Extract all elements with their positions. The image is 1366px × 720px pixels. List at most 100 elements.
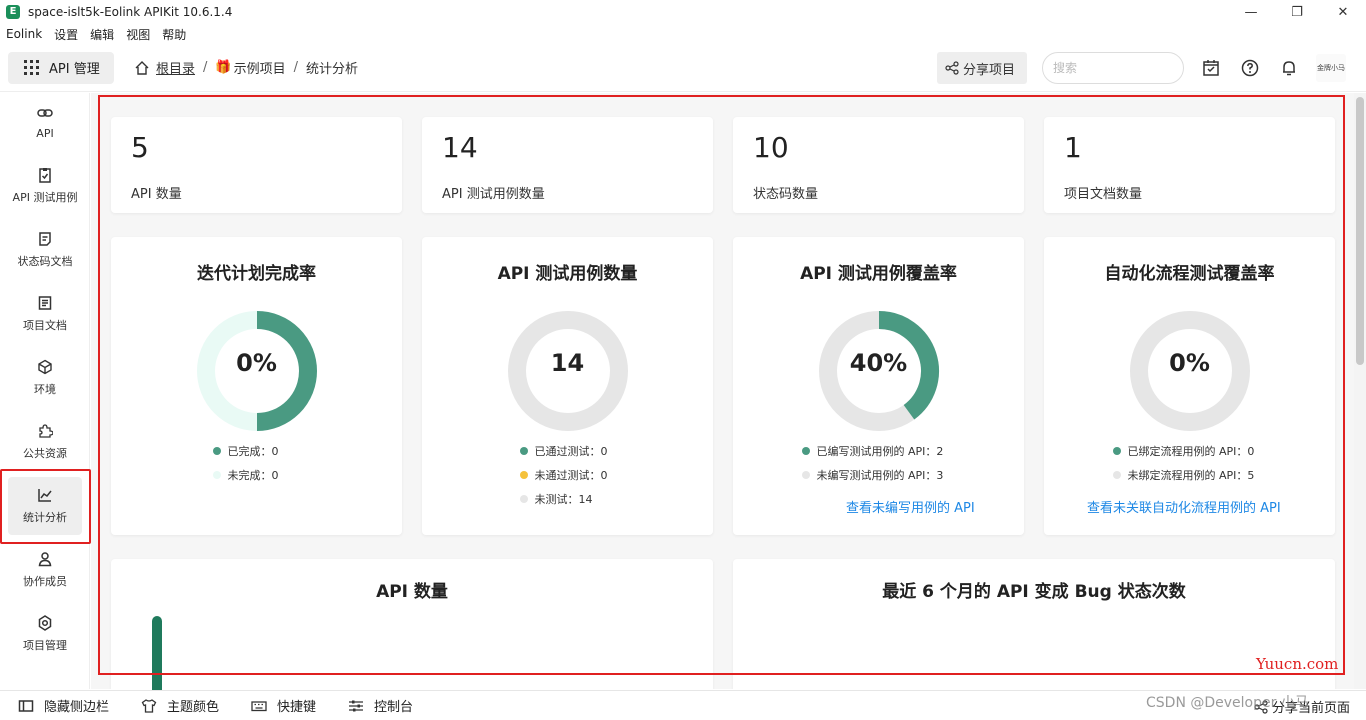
chart-title: API 测试用例覆盖率: [800, 264, 957, 284]
stat-label: 项目文档数量: [1064, 187, 1143, 202]
sidebar-item-label: 状态码文档: [17, 255, 73, 268]
legend-dot: [519, 495, 528, 503]
scrollbar-thumb[interactable]: [1356, 97, 1364, 365]
legend-item: 已完成：0: [111, 443, 402, 459]
view-unwritten-cases-link[interactable]: 查看未编写用例的 API: [846, 497, 975, 516]
legend-dot: [1112, 471, 1121, 479]
menu-help[interactable]: 帮助: [162, 26, 186, 43]
sidebar-item-api[interactable]: API: [8, 93, 82, 151]
legend-label: 未绑定流程用例的 API：5: [1127, 469, 1255, 482]
csdn-watermark: CSDN @Developer 小马: [1146, 695, 1309, 711]
sidebar-item-status-codes[interactable]: 状态码文档: [8, 221, 82, 279]
legend-dot: [801, 447, 810, 455]
donut-center-value: 0%: [1169, 349, 1210, 377]
stat-value: 14: [442, 131, 478, 164]
code-doc-icon: [39, 232, 51, 246]
menu-settings[interactable]: 设置: [54, 26, 78, 43]
main-scrollbar[interactable]: [1354, 93, 1366, 689]
sidebar-item-label: 协作成员: [23, 575, 67, 588]
help-icon[interactable]: [1241, 59, 1259, 77]
sidebar-item-project-docs[interactable]: 项目文档: [8, 285, 82, 343]
sidebar-item-public-resources[interactable]: 公共资源: [8, 413, 82, 471]
sidebar-more[interactable]: ···: [36, 687, 46, 689]
legend-label: 已完成：0: [227, 445, 279, 458]
shirt-icon: [141, 698, 157, 713]
legend-label: 未完成：0: [227, 469, 279, 482]
stat-label: 状态码数量: [753, 187, 819, 202]
legend-label: 已绑定流程用例的 API：0: [1127, 445, 1255, 458]
shortcuts-button[interactable]: 快捷键: [251, 696, 316, 715]
avatar[interactable]: 金牌小马: [1316, 54, 1346, 82]
calendar-check-icon[interactable]: [1202, 59, 1220, 77]
legend-item: 未测试：14: [422, 491, 713, 507]
home-icon: [135, 60, 149, 75]
menu-view[interactable]: 视图: [126, 26, 150, 43]
sidebar-item-project-management[interactable]: 项目管理: [8, 605, 82, 663]
stat-value: 5: [131, 131, 149, 164]
grid-icon: [24, 60, 39, 75]
bug-status-chart-card: 最近 6 个月的 API 变成 Bug 状态次数: [733, 559, 1335, 689]
donut-center-value: 14: [550, 349, 585, 377]
breadcrumb-current: 统计分析: [306, 62, 359, 77]
sidebar-toggle-icon: [18, 699, 34, 712]
menu-edit[interactable]: 编辑: [90, 26, 114, 43]
settings-icon: [38, 615, 52, 631]
menu-eolink[interactable]: Eolink: [6, 27, 42, 41]
sidebar-item-label: 项目文档: [23, 319, 67, 332]
legend-label: 未测试：14: [534, 493, 593, 506]
share-icon: [945, 61, 959, 75]
legend-dot: [519, 471, 528, 479]
chart-title: 自动化流程测试覆盖率: [1104, 264, 1275, 284]
breadcrumb-project[interactable]: 示例项目: [234, 58, 286, 77]
stat-card-api-count: 5 API 数量: [111, 117, 402, 213]
bottom-item-label: 隐藏侧边栏: [44, 700, 110, 715]
sidebar-item-label: 项目管理: [23, 639, 67, 652]
sidebar-item-members[interactable]: 协作成员: [8, 541, 82, 599]
sidebar-highlight-box: [0, 469, 91, 544]
sidebar-item-api-test-cases[interactable]: API 测试用例: [8, 157, 82, 215]
legend-label: 已通过测试：0: [534, 445, 608, 458]
link-icon: [37, 108, 53, 117]
theme-color-button[interactable]: 主题颜色: [141, 696, 219, 715]
share-project-button[interactable]: 分享项目: [937, 52, 1027, 84]
hide-sidebar-button[interactable]: 隐藏侧边栏: [18, 696, 109, 715]
legend-label: 已编写测试用例的 API：2: [816, 445, 944, 458]
breadcrumb-root[interactable]: 根目录: [156, 58, 195, 77]
menu-bar: Eolink 设置 编辑 视图 帮助: [0, 24, 198, 44]
donut-center-value: 0%: [236, 349, 277, 377]
legend-item: 已编写测试用例的 API：2: [733, 443, 1024, 459]
maximize-button[interactable]: ❐: [1274, 0, 1320, 24]
sidebar-item-environment[interactable]: 环境: [8, 349, 82, 407]
bottom-item-label: 控制台: [374, 700, 414, 715]
breadcrumb-separator: /: [203, 60, 208, 75]
legend-dot: [1112, 447, 1121, 455]
stat-label: API 测试用例数量: [442, 187, 545, 202]
cube-icon: [38, 359, 52, 375]
api-count-bar: [152, 616, 162, 696]
sliders-icon: [349, 700, 364, 711]
legend-label: 未通过测试：0: [534, 469, 608, 482]
legend-item: 未编写测试用例的 API：3: [733, 467, 1024, 483]
module-switch-button[interactable]: API 管理: [8, 51, 114, 84]
stat-label: API 数量: [131, 187, 182, 202]
view-unlinked-automation-link[interactable]: 查看未关联自动化流程用例的 API: [1087, 497, 1281, 516]
legend-dot: [212, 447, 221, 455]
document-icon: [38, 296, 52, 310]
keyboard-icon: [251, 700, 267, 711]
console-button[interactable]: 控制台: [348, 696, 413, 715]
legend-item: 已绑定流程用例的 API：0: [1044, 443, 1335, 459]
close-button[interactable]: ✕: [1320, 0, 1366, 24]
donut-center-value: 40%: [849, 349, 908, 377]
top-nav: API 管理 根目录 / 🎁 示例项目 / 统计分析 分享项目 金牌小马: [0, 44, 1366, 92]
bottom-item-label: 主题颜色: [167, 700, 220, 715]
legend-label: 未编写测试用例的 API：3: [816, 469, 944, 482]
bell-icon[interactable]: [1280, 59, 1298, 77]
legend-dot: [801, 471, 810, 479]
chart-card-iteration: 迭代计划完成率 0% 已完成：0 未完成：0: [111, 237, 402, 535]
minimize-button[interactable]: —: [1228, 0, 1274, 24]
legend-dot: [519, 447, 528, 455]
sidebar-item-label: API 测试用例: [12, 191, 78, 204]
sidebar-item-label: 公共资源: [23, 447, 67, 460]
stat-value: 1: [1064, 131, 1082, 164]
search-input[interactable]: [1042, 52, 1184, 84]
